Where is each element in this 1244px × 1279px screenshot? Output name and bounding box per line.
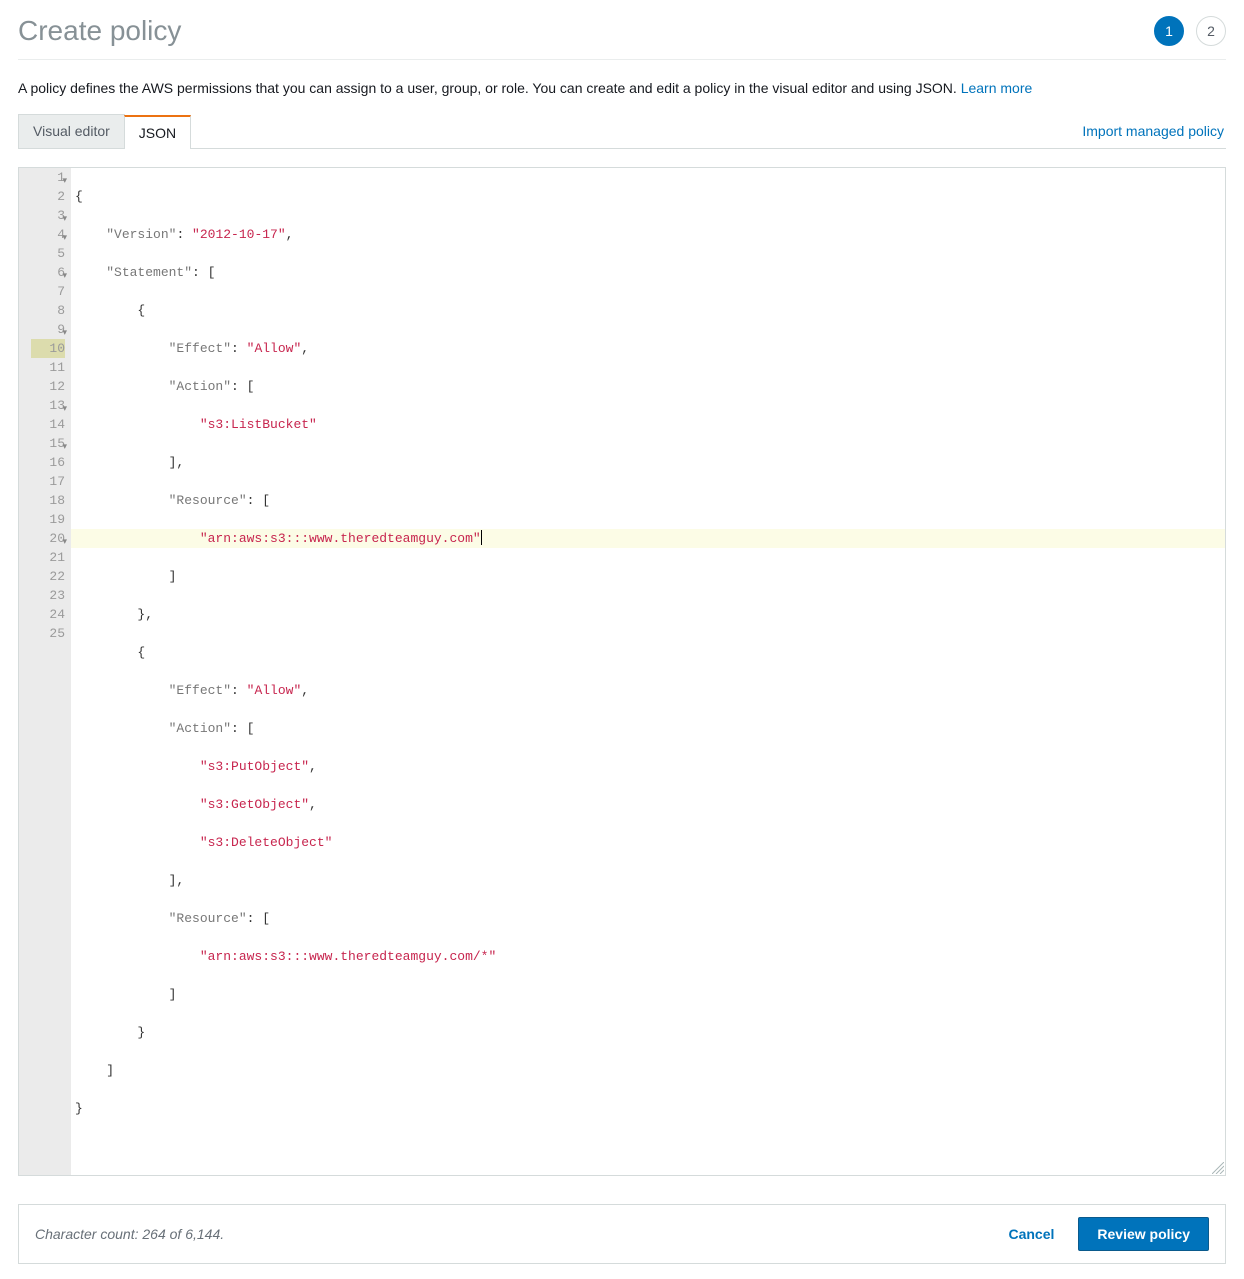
editor-cursor — [481, 530, 482, 545]
character-count: Character count: 264 of 6,144. — [35, 1226, 224, 1242]
footer-actions: Cancel Review policy — [998, 1217, 1209, 1251]
gutter-line: 1▾ — [31, 168, 65, 187]
gutter-line: 10 — [31, 339, 65, 358]
gutter-line: 12 — [31, 377, 65, 396]
tab-visual-editor[interactable]: Visual editor — [18, 114, 125, 148]
description-text: A policy defines the AWS permissions tha… — [18, 80, 961, 96]
tab-json[interactable]: JSON — [124, 115, 191, 149]
gutter-line: 2 — [31, 187, 65, 206]
gutter-line: 8 — [31, 301, 65, 320]
learn-more-link[interactable]: Learn more — [961, 80, 1033, 96]
gutter-line: 9▾ — [31, 320, 65, 339]
step-2[interactable]: 2 — [1196, 16, 1226, 46]
page-title: Create policy — [18, 15, 181, 47]
gutter-line: 6▾ — [31, 263, 65, 282]
gutter-line: 13▾ — [31, 396, 65, 415]
wizard-steps: 1 2 — [1154, 16, 1226, 46]
json-editor[interactable]: 1▾23▾4▾56▾789▾10111213▾1415▾1617181920▾2… — [18, 167, 1226, 1176]
gutter-line: 5 — [31, 244, 65, 263]
review-policy-button[interactable]: Review policy — [1078, 1217, 1209, 1251]
step-1[interactable]: 1 — [1154, 16, 1184, 46]
editor-gutter: 1▾23▾4▾56▾789▾10111213▾1415▾1617181920▾2… — [19, 168, 71, 1175]
gutter-line: 3▾ — [31, 206, 65, 225]
gutter-line: 22 — [31, 567, 65, 586]
gutter-line: 20▾ — [31, 529, 65, 548]
import-managed-policy-link[interactable]: Import managed policy — [1082, 123, 1226, 139]
tab-row: Visual editor JSON Import managed policy — [18, 114, 1226, 149]
gutter-line: 16 — [31, 453, 65, 472]
gutter-line: 25 — [31, 624, 65, 643]
footer-bar: Character count: 264 of 6,144. Cancel Re… — [18, 1204, 1226, 1264]
gutter-line: 4▾ — [31, 225, 65, 244]
resize-handle-icon[interactable] — [1212, 1162, 1224, 1174]
gutter-line: 24 — [31, 605, 65, 624]
gutter-line: 23 — [31, 586, 65, 605]
gutter-line: 17 — [31, 472, 65, 491]
page-header: Create policy 1 2 — [18, 15, 1226, 60]
gutter-line: 18 — [31, 491, 65, 510]
tabs: Visual editor JSON — [18, 114, 190, 148]
gutter-line: 14 — [31, 415, 65, 434]
editor-code[interactable]: { "Version": "2012-10-17", "Statement": … — [71, 168, 1225, 1175]
cancel-button[interactable]: Cancel — [998, 1218, 1064, 1250]
gutter-line: 11 — [31, 358, 65, 377]
gutter-line: 21 — [31, 548, 65, 567]
gutter-line: 7 — [31, 282, 65, 301]
gutter-line: 15▾ — [31, 434, 65, 453]
gutter-line: 19 — [31, 510, 65, 529]
policy-description: A policy defines the AWS permissions tha… — [18, 80, 1226, 96]
